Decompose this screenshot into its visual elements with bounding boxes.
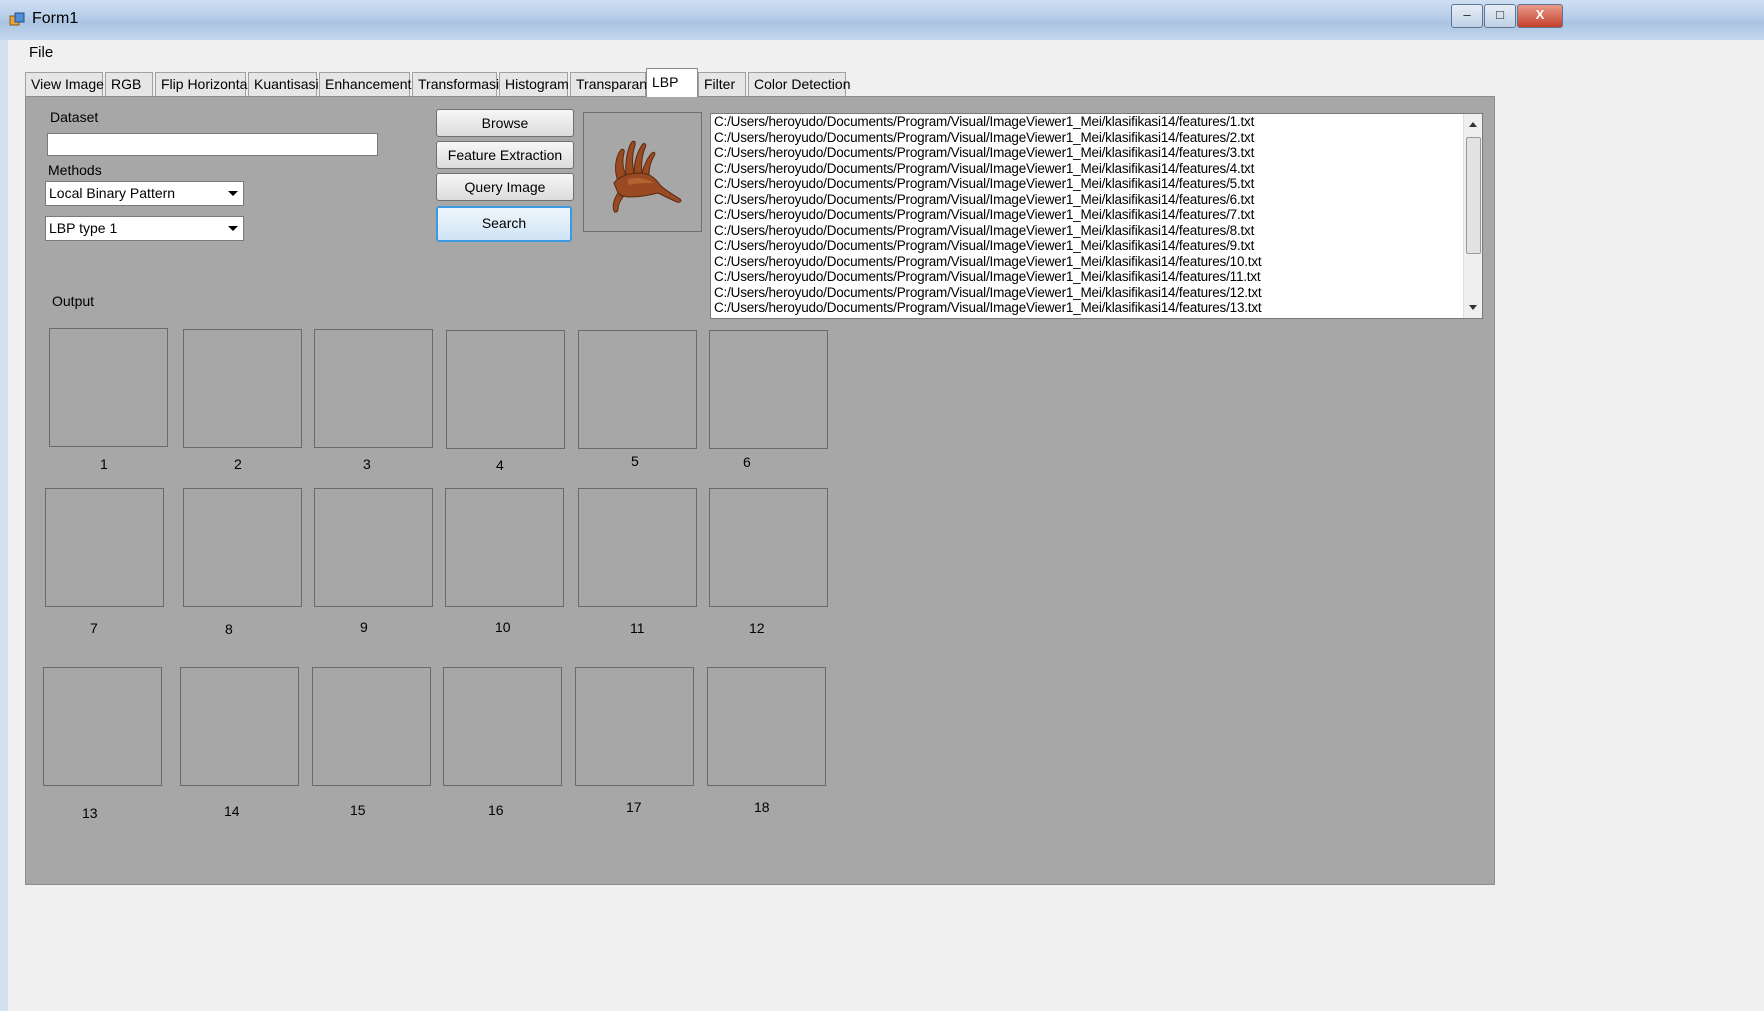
output-image-box-10 — [445, 488, 564, 607]
output-label-4: 4 — [496, 457, 504, 473]
output-label-18: 18 — [754, 799, 770, 815]
output-label-16: 16 — [488, 802, 504, 818]
menu-file[interactable]: File — [27, 44, 55, 61]
lbp-type-selected-value: LBP type 1 — [49, 220, 118, 236]
output-label-13: 13 — [82, 805, 98, 821]
feature-files-list[interactable]: C:/Users/heroyudo/Documents/Program/Visu… — [710, 113, 1483, 319]
scroll-up-icon[interactable] — [1469, 122, 1477, 127]
output-image-box-1 — [49, 328, 168, 447]
output-image-box-14 — [180, 667, 299, 786]
output-image-box-16 — [443, 667, 562, 786]
output-label: Output — [52, 293, 95, 309]
output-label-2: 2 — [234, 456, 242, 472]
list-item[interactable]: C:/Users/heroyudo/Documents/Program/Visu… — [711, 269, 1482, 285]
output-label-6: 6 — [743, 454, 751, 470]
methods-dropdown[interactable]: Local Binary Pattern — [45, 181, 244, 206]
output-label-8: 8 — [225, 621, 233, 637]
dataset-input[interactable] — [47, 133, 378, 156]
output-label-17: 17 — [626, 799, 642, 815]
output-image-box-12 — [709, 488, 828, 607]
output-image-box-5 — [578, 330, 697, 449]
tab-filter[interactable]: Filter — [698, 72, 746, 96]
app-icon — [9, 12, 25, 28]
menu-bar — [8, 40, 1764, 66]
tab-flip-horizontal[interactable]: Flip Horizontal — [155, 72, 250, 96]
output-label-5: 5 — [631, 453, 639, 469]
output-image-box-3 — [314, 329, 433, 448]
scroll-thumb[interactable] — [1466, 137, 1481, 254]
output-label-12: 12 — [749, 620, 765, 636]
list-item[interactable]: C:/Users/heroyudo/Documents/Program/Visu… — [711, 238, 1482, 254]
tab-kuantisasi[interactable]: Kuantisasi — [248, 72, 319, 96]
output-image-box-11 — [578, 488, 697, 607]
window-frame-left — [0, 40, 8, 1011]
feature-extraction-button[interactable]: Feature Extraction — [436, 141, 574, 169]
list-item[interactable]: C:/Users/heroyudo/Documents/Program/Visu… — [711, 114, 1482, 130]
minimize-button[interactable]: – — [1451, 4, 1483, 28]
tab-transformasi[interactable]: Transformasi — [412, 72, 499, 96]
output-image-box-8 — [183, 488, 302, 607]
list-scrollbar[interactable] — [1463, 114, 1482, 318]
output-label-9: 9 — [360, 619, 368, 635]
list-item[interactable]: C:/Users/heroyudo/Documents/Program/Visu… — [711, 192, 1482, 208]
output-image-box-9 — [314, 488, 433, 607]
tab-color-detection[interactable]: Color Detection — [748, 72, 851, 96]
list-item[interactable]: C:/Users/heroyudo/Documents/Program/Visu… — [711, 130, 1482, 146]
tab-view-image[interactable]: View Image — [25, 72, 104, 96]
tab-transparan[interactable]: Transparan — [570, 72, 647, 96]
list-item[interactable]: C:/Users/heroyudo/Documents/Program/Visu… — [711, 300, 1482, 316]
methods-label: Methods — [48, 162, 102, 178]
lbp-type-dropdown[interactable]: LBP type 1 — [45, 216, 244, 241]
query-image-button[interactable]: Query Image — [436, 173, 574, 201]
output-image-box-15 — [312, 667, 431, 786]
list-item[interactable]: C:/Users/heroyudo/Documents/Program/Visu… — [711, 161, 1482, 177]
output-image-box-2 — [183, 329, 302, 448]
output-image-box-4 — [446, 330, 565, 449]
output-image-box-18 — [707, 667, 826, 786]
close-button[interactable]: X — [1517, 4, 1563, 28]
tab-rgb[interactable]: RGB — [105, 72, 153, 96]
list-item[interactable]: C:/Users/heroyudo/Documents/Program/Visu… — [711, 254, 1482, 270]
tab-enhancement[interactable]: Enhancement — [319, 72, 411, 96]
window-title: Form1 — [32, 10, 79, 27]
list-item[interactable]: C:/Users/heroyudo/Documents/Program/Visu… — [711, 285, 1482, 301]
list-item[interactable]: C:/Users/heroyudo/Documents/Program/Visu… — [711, 145, 1482, 161]
output-label-3: 3 — [363, 456, 371, 472]
chevron-down-icon — [228, 191, 238, 196]
output-label-15: 15 — [350, 802, 366, 818]
output-label-11: 11 — [630, 620, 645, 636]
maximize-button[interactable]: □ — [1484, 4, 1516, 28]
output-label-10: 10 — [495, 619, 511, 635]
output-label-7: 7 — [90, 620, 98, 636]
chevron-down-icon — [228, 226, 238, 231]
list-item[interactable]: C:/Users/heroyudo/Documents/Program/Visu… — [711, 223, 1482, 239]
output-image-box-6 — [709, 330, 828, 449]
hand-sculpture-image — [612, 140, 682, 213]
output-label-14: 14 — [224, 803, 240, 819]
output-image-box-7 — [45, 488, 164, 607]
dataset-label: Dataset — [50, 109, 99, 125]
search-button[interactable]: Search — [436, 206, 572, 242]
scroll-down-icon[interactable] — [1469, 305, 1477, 310]
query-image-box — [583, 112, 702, 232]
output-image-box-17 — [575, 667, 694, 786]
output-label-1: 1 — [100, 456, 108, 472]
output-image-box-13 — [43, 667, 162, 786]
list-item[interactable]: C:/Users/heroyudo/Documents/Program/Visu… — [711, 207, 1482, 223]
tab-lbp[interactable]: LBP — [646, 68, 698, 97]
list-item[interactable]: C:/Users/heroyudo/Documents/Program/Visu… — [711, 176, 1482, 192]
tab-histogram[interactable]: Histogram — [499, 72, 569, 96]
browse-button[interactable]: Browse — [436, 109, 574, 137]
methods-selected-value: Local Binary Pattern — [49, 185, 176, 201]
